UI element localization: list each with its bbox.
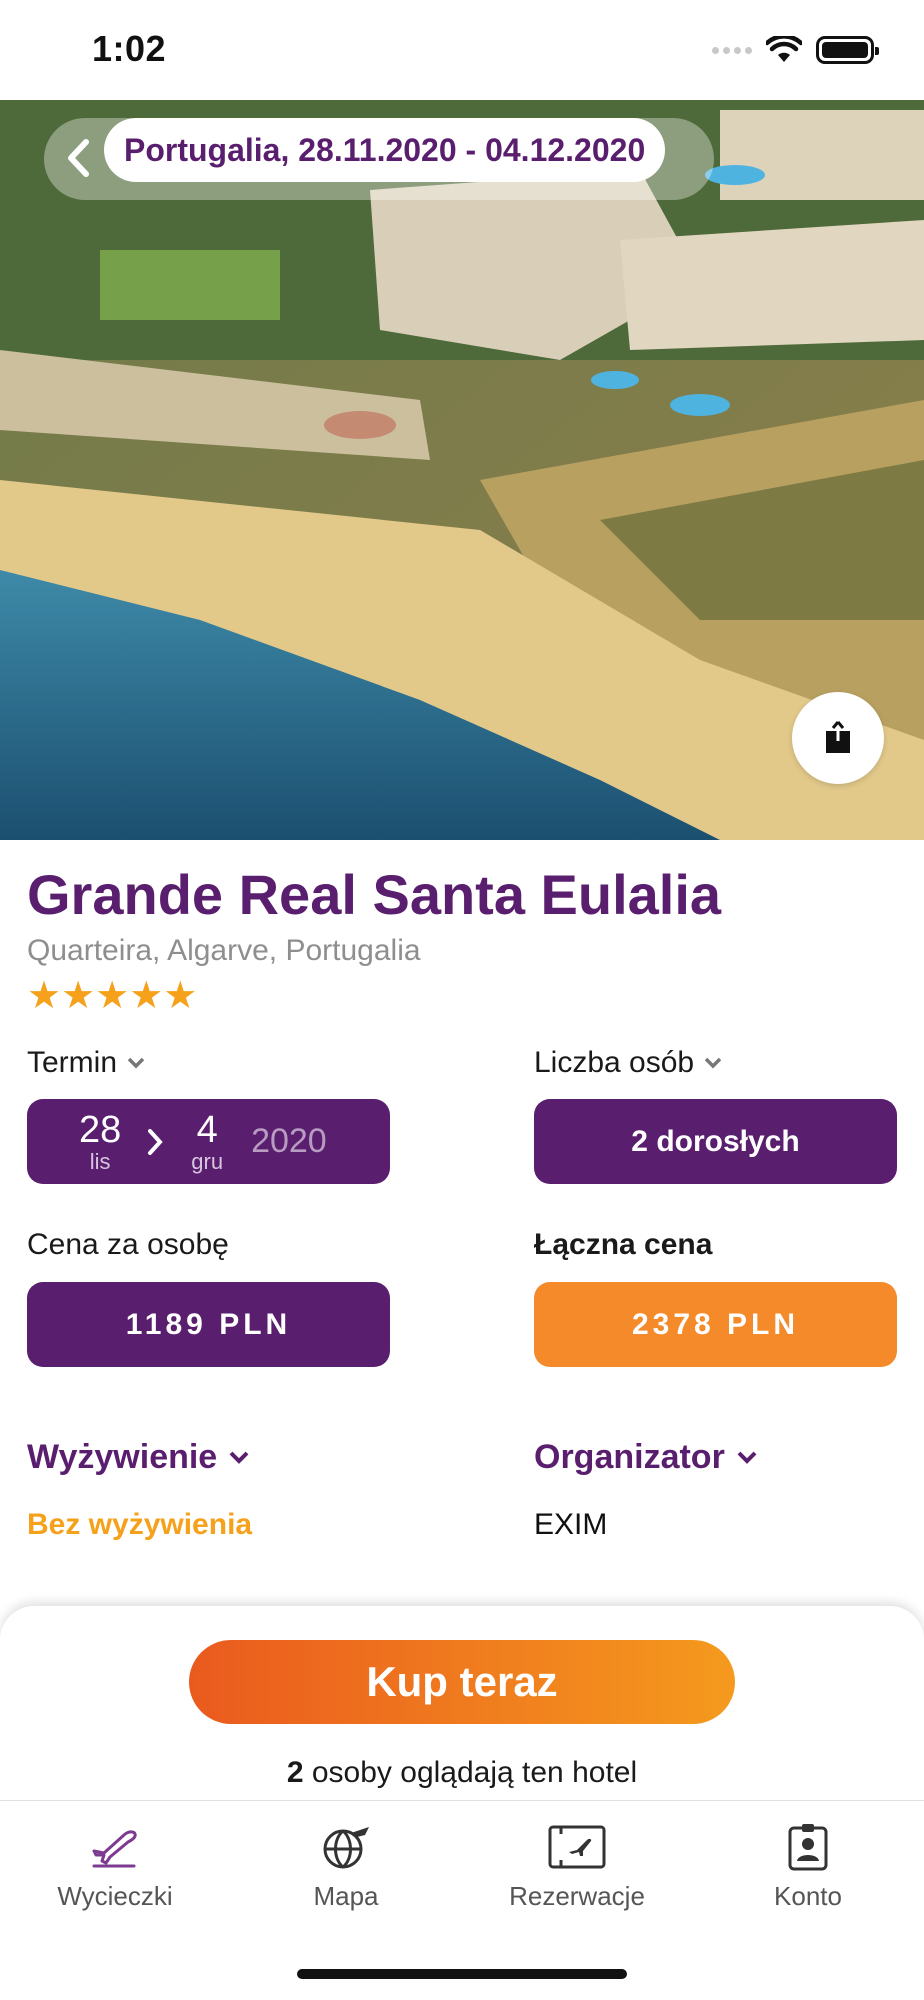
date-range-button[interactable]: 28 lis 4 gru 2020 xyxy=(27,1099,390,1184)
tab-trips-label: Wycieczki xyxy=(57,1881,173,1911)
end-day: 4 xyxy=(196,1108,218,1151)
hotel-location: Quarteira, Algarve, Portugalia xyxy=(27,934,421,967)
viewers-count: 2 xyxy=(286,1756,304,1789)
tab-account[interactable]: Konto xyxy=(708,1821,908,1912)
status-time: 1:02 xyxy=(92,28,167,69)
globe-plane-icon xyxy=(323,1827,369,1869)
term-label: Termin xyxy=(27,1046,118,1079)
start-date: 28 lis xyxy=(79,1111,121,1173)
total-price-label: Łączna cena xyxy=(534,1228,713,1261)
hotel-photo: Portugalia, 28.11.2020 - 04.12.2020 xyxy=(0,100,924,840)
chevron-down-icon xyxy=(229,1451,249,1464)
hotel-star-rating: ★★★★★ xyxy=(27,975,198,1017)
wifi-icon xyxy=(766,36,802,62)
tab-map[interactable]: Mapa xyxy=(246,1821,446,1912)
status-icons xyxy=(712,34,879,66)
back-button[interactable] xyxy=(58,128,98,188)
tab-reservations-label: Rezerwacje xyxy=(509,1881,645,1911)
price-per-person-label: Cena za osobę xyxy=(27,1228,229,1261)
board-value: Bez wyżywienia xyxy=(27,1508,253,1541)
tab-trips[interactable]: Wycieczki xyxy=(15,1821,215,1912)
viewers-text: osoby oglądają ten hotel xyxy=(311,1756,638,1789)
price-per-person-button[interactable]: 1189 PLN xyxy=(27,1282,390,1367)
total-price-value: 2378 PLN xyxy=(631,1307,800,1341)
battery-icon xyxy=(816,36,879,64)
share-button[interactable] xyxy=(792,692,884,784)
chevron-down-icon xyxy=(704,1057,722,1069)
account-badge-icon xyxy=(788,1824,828,1871)
trip-summary-pill[interactable]: Portugalia, 28.11.2020 - 04.12.2020 xyxy=(104,118,666,182)
chevron-down-icon xyxy=(127,1057,145,1069)
persons-button[interactable]: 2 dorosłych xyxy=(534,1099,897,1184)
plane-icon xyxy=(92,1830,137,1868)
chevron-left-icon xyxy=(68,139,89,177)
start-month: lis xyxy=(89,1148,111,1174)
organizer-dropdown[interactable]: Organizator xyxy=(534,1438,757,1477)
persons-value: 2 dorosłych xyxy=(631,1124,800,1158)
board-dropdown[interactable]: Wyżywienie xyxy=(27,1438,249,1477)
home-indicator xyxy=(297,1969,627,1979)
trip-summary-text: Portugalia, 28.11.2020 - 04.12.2020 xyxy=(124,131,646,168)
start-day: 28 xyxy=(79,1108,122,1151)
buy-now-button[interactable]: Kup teraz xyxy=(189,1640,735,1724)
share-icon xyxy=(826,721,850,753)
viewers-notice: 2 osoby oglądają ten hotel xyxy=(0,1756,924,1790)
tab-account-label: Konto xyxy=(774,1881,842,1911)
tab-map-label: Mapa xyxy=(313,1881,379,1911)
chevron-right-icon xyxy=(148,1128,163,1155)
persons-dropdown[interactable]: Liczba osób xyxy=(534,1046,722,1080)
cellular-signal-icon xyxy=(712,46,752,54)
term-dropdown[interactable]: Termin xyxy=(27,1046,145,1080)
organizer-value: EXIM xyxy=(534,1508,608,1541)
persons-label: Liczba osób xyxy=(534,1046,695,1079)
chevron-down-icon xyxy=(737,1451,757,1464)
end-date: 4 gru xyxy=(191,1111,223,1173)
hotel-name: Grande Real Santa Eulalia xyxy=(27,863,722,926)
hotel-aerial-image xyxy=(0,100,924,840)
organizer-label: Organizator xyxy=(534,1438,725,1476)
tab-reservations[interactable]: Rezerwacje xyxy=(477,1821,677,1912)
ticket-icon xyxy=(548,1825,606,1869)
date-year: 2020 xyxy=(251,1122,327,1160)
board-label: Wyżywienie xyxy=(27,1438,218,1476)
status-bar: 1:02 xyxy=(0,0,924,100)
end-month: gru xyxy=(191,1148,224,1174)
total-price-button[interactable]: 2378 PLN xyxy=(534,1282,897,1367)
price-per-person-value: 1189 PLN xyxy=(125,1307,292,1341)
